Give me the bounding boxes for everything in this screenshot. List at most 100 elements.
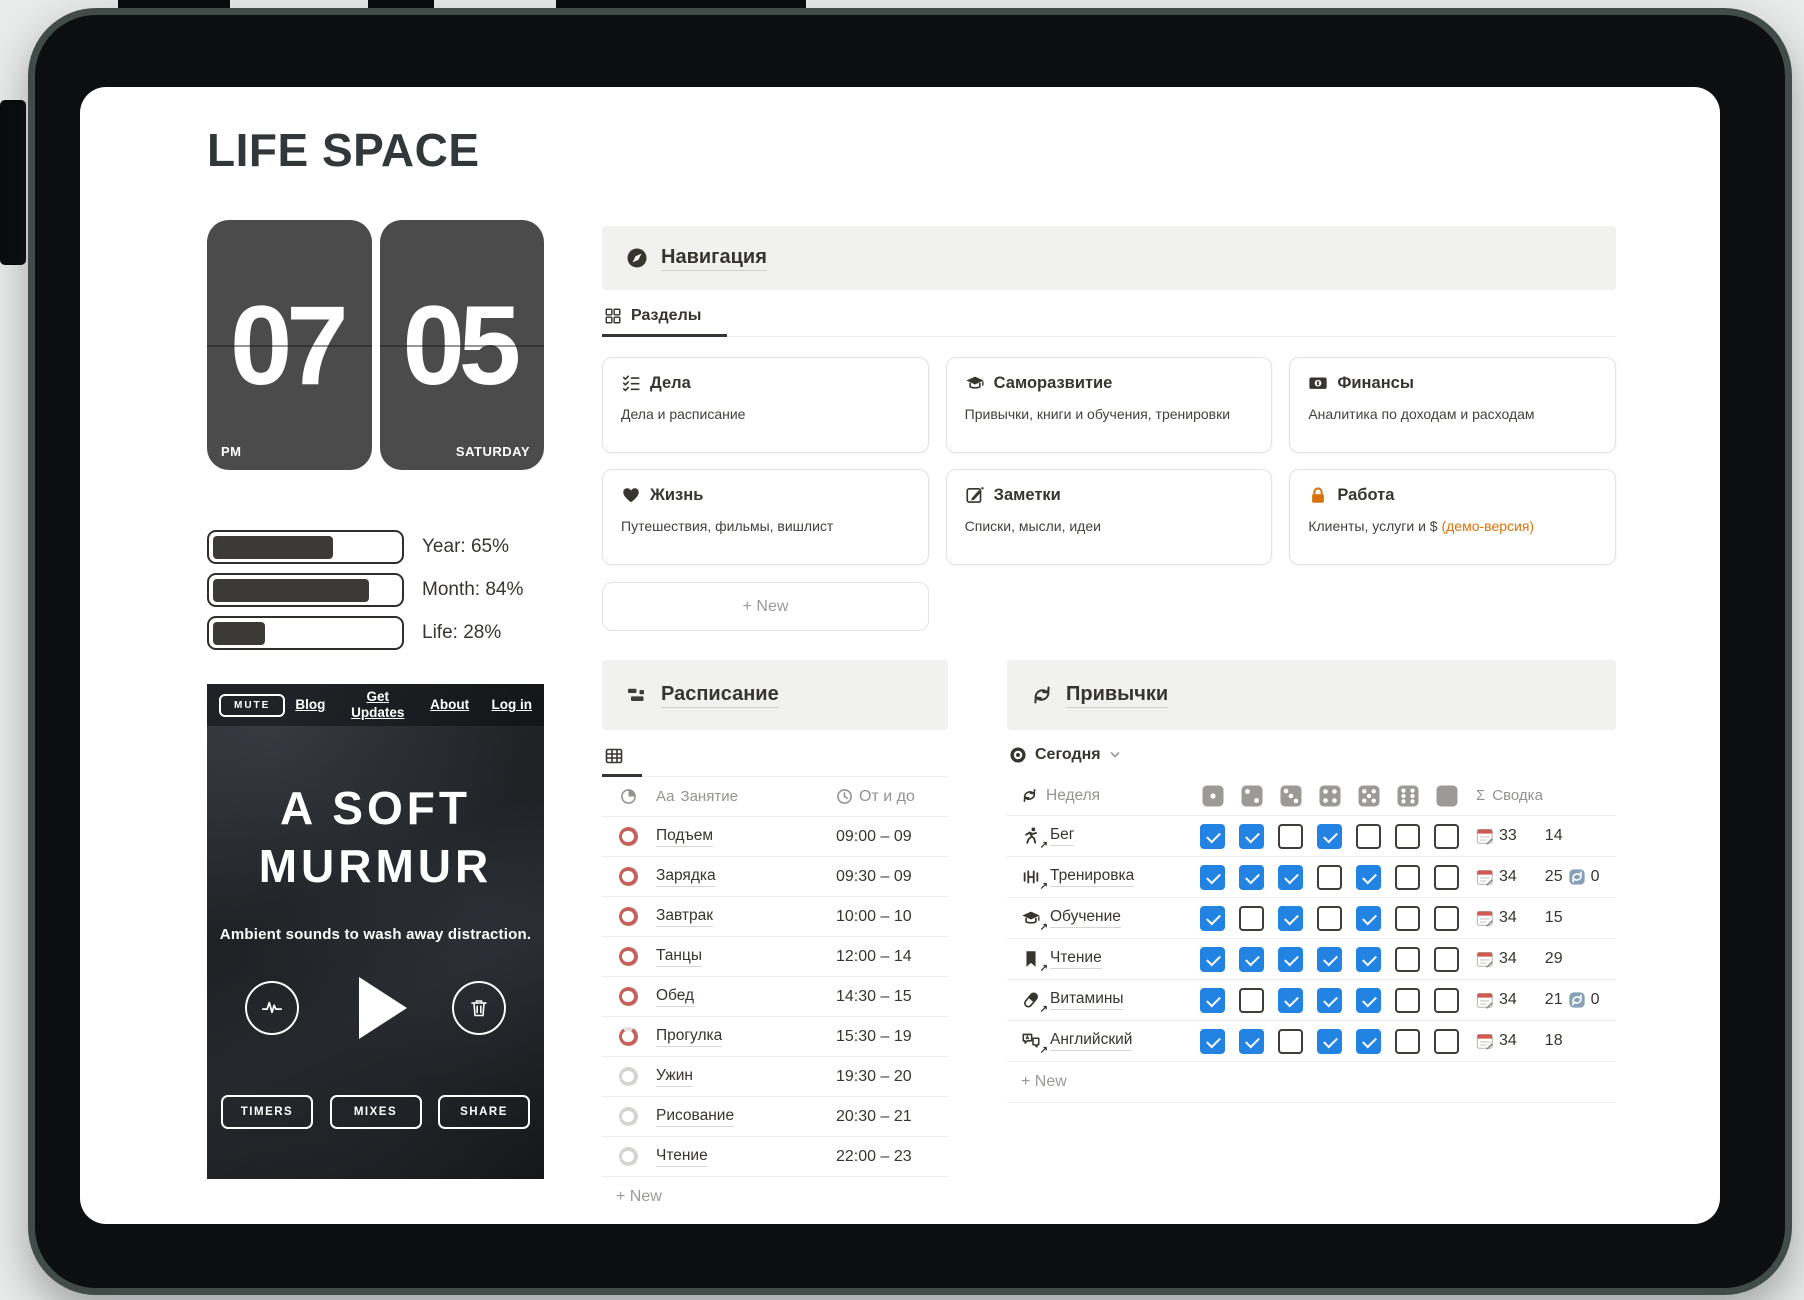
activity-link[interactable]: Чтение: [656, 1147, 708, 1167]
habit-checkbox[interactable]: [1434, 947, 1459, 972]
card-finance[interactable]: Финансы Аналитика по доходам и расходам: [1289, 357, 1616, 453]
habit-checkbox[interactable]: [1317, 906, 1342, 931]
tab-table-view[interactable]: [602, 746, 642, 777]
habit-checkbox[interactable]: [1239, 906, 1264, 931]
schedule-header[interactable]: Расписание: [602, 660, 948, 730]
habit-checkbox[interactable]: [1317, 988, 1342, 1013]
about-link[interactable]: About: [430, 697, 469, 713]
habits-title[interactable]: Привычки: [1066, 683, 1168, 708]
card-subtitle: Привычки, книги и обучения, тренировки: [965, 406, 1254, 422]
habit-checkbox[interactable]: [1200, 947, 1225, 972]
card-tasks[interactable]: Дела Дела и расписание: [602, 357, 929, 453]
habit-checkbox[interactable]: [1239, 865, 1264, 890]
habit-checkbox[interactable]: [1434, 824, 1459, 849]
habit-checkbox[interactable]: [1317, 1029, 1342, 1054]
habit-link[interactable]: Чтение: [1050, 949, 1102, 969]
status-ring-icon[interactable]: [619, 987, 638, 1006]
timers-button[interactable]: TIMERS: [221, 1095, 313, 1129]
column-summary[interactable]: Сводка: [1492, 787, 1543, 804]
habit-checkbox[interactable]: [1395, 824, 1420, 849]
meander-button[interactable]: [245, 981, 299, 1035]
habit-link[interactable]: Английский: [1050, 1031, 1132, 1051]
habit-checkbox[interactable]: [1434, 865, 1459, 890]
habit-checkbox[interactable]: [1200, 1029, 1225, 1054]
habit-checkbox[interactable]: [1434, 1029, 1459, 1054]
habit-checkbox[interactable]: [1395, 906, 1420, 931]
habit-link[interactable]: Тренировка: [1050, 867, 1134, 887]
habit-checkbox[interactable]: [1395, 1029, 1420, 1054]
status-ring-icon[interactable]: [619, 1067, 638, 1086]
mute-button[interactable]: MUTE: [219, 694, 285, 717]
activity-link[interactable]: Танцы: [656, 947, 702, 967]
habit-checkbox[interactable]: [1239, 824, 1264, 849]
habit-checkbox[interactable]: [1317, 824, 1342, 849]
card-notes[interactable]: Заметки Списки, мысли, идеи: [946, 469, 1273, 565]
column-time[interactable]: От и до: [859, 788, 915, 806]
play-button[interactable]: [359, 977, 407, 1039]
habit-new-button[interactable]: + New: [1007, 1062, 1616, 1103]
login-link[interactable]: Log in: [492, 697, 533, 713]
share-button[interactable]: SHARE: [438, 1095, 530, 1129]
habit-checkbox[interactable]: [1356, 947, 1381, 972]
habit-checkbox[interactable]: [1278, 865, 1303, 890]
activity-link[interactable]: Завтрак: [656, 907, 713, 927]
habit-checkbox[interactable]: [1356, 906, 1381, 931]
habit-checkbox[interactable]: [1395, 947, 1420, 972]
card-life[interactable]: Жизнь Путешествия, фильмы, вишлист: [602, 469, 929, 565]
tab-sections[interactable]: Разделы: [602, 307, 727, 337]
card-work[interactable]: Работа Клиенты, услуги и $ (демо-версия): [1289, 469, 1616, 565]
habit-checkbox[interactable]: [1200, 824, 1225, 849]
mixes-button[interactable]: MIXES: [330, 1095, 422, 1129]
column-activity[interactable]: Занятие: [681, 788, 738, 805]
habit-checkbox[interactable]: [1356, 865, 1381, 890]
habit-checkbox[interactable]: [1395, 865, 1420, 890]
habit-checkbox[interactable]: [1200, 988, 1225, 1013]
status-ring-icon[interactable]: [619, 827, 638, 846]
habit-checkbox[interactable]: [1434, 988, 1459, 1013]
habit-checkbox[interactable]: [1239, 1029, 1264, 1054]
schedule-title[interactable]: Расписание: [661, 683, 779, 708]
status-ring-icon[interactable]: [619, 1147, 638, 1166]
habits-header[interactable]: Привычки: [1007, 660, 1616, 730]
blog-link[interactable]: Blog: [295, 697, 325, 713]
status-ring-icon[interactable]: [619, 947, 638, 966]
habit-checkbox[interactable]: [1434, 906, 1459, 931]
habit-checkbox[interactable]: [1239, 988, 1264, 1013]
status-ring-icon[interactable]: [619, 1107, 638, 1126]
habit-checkbox[interactable]: [1200, 865, 1225, 890]
get-updates-link[interactable]: Get Updates: [348, 689, 408, 720]
habit-checkbox[interactable]: [1317, 947, 1342, 972]
habit-link[interactable]: Обучение: [1050, 908, 1121, 928]
status-ring-icon[interactable]: [619, 907, 638, 926]
habit-checkbox[interactable]: [1278, 988, 1303, 1013]
status-ring-icon[interactable]: [619, 1027, 638, 1046]
navigation-header[interactable]: Навигация: [602, 226, 1616, 290]
clear-button[interactable]: [452, 981, 506, 1035]
activity-link[interactable]: Ужин: [656, 1067, 693, 1087]
card-self-development[interactable]: Саморазвитие Привычки, книги и обучения,…: [946, 357, 1273, 453]
activity-link[interactable]: Зарядка: [656, 867, 716, 887]
habit-checkbox[interactable]: [1239, 947, 1264, 972]
view-selector[interactable]: Сегодня: [1007, 746, 1616, 764]
habit-checkbox[interactable]: [1317, 865, 1342, 890]
habit-checkbox[interactable]: [1395, 988, 1420, 1013]
activity-link[interactable]: Обед: [656, 987, 694, 1007]
status-ring-icon[interactable]: [619, 867, 638, 886]
habit-link[interactable]: Бег: [1050, 826, 1074, 846]
column-week[interactable]: Неделя: [1046, 787, 1100, 805]
habit-checkbox[interactable]: [1356, 824, 1381, 849]
activity-link[interactable]: Рисование: [656, 1107, 734, 1127]
activity-link[interactable]: Подъем: [656, 827, 713, 847]
habit-checkbox[interactable]: [1356, 1029, 1381, 1054]
habit-checkbox[interactable]: [1278, 824, 1303, 849]
habit-checkbox[interactable]: [1200, 906, 1225, 931]
navigation-title[interactable]: Навигация: [661, 246, 767, 271]
habit-checkbox[interactable]: [1356, 988, 1381, 1013]
schedule-new-button[interactable]: + New: [602, 1177, 948, 1217]
habit-checkbox[interactable]: [1278, 906, 1303, 931]
activity-link[interactable]: Прогулка: [656, 1027, 722, 1047]
habit-checkbox[interactable]: [1278, 947, 1303, 972]
new-section-button[interactable]: + New: [602, 582, 929, 631]
habit-link[interactable]: Витамины: [1050, 990, 1124, 1010]
habit-checkbox[interactable]: [1278, 1029, 1303, 1054]
